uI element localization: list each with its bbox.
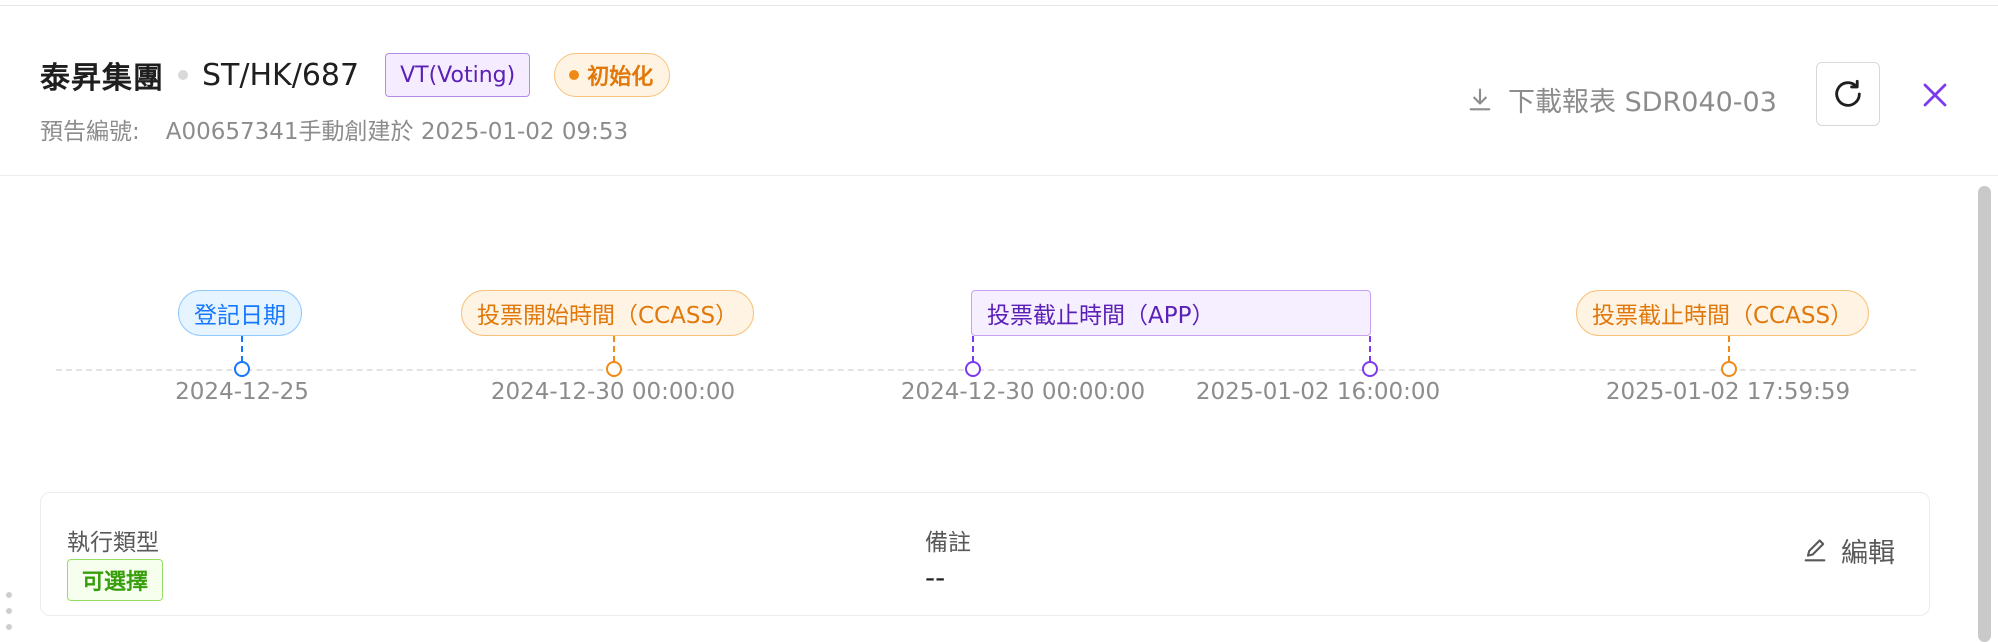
event-type-tag: VT(Voting) [385, 53, 531, 97]
event-node-end [1362, 361, 1378, 377]
event-timeline: 登記日期 2024-12-25 投票開始時間（CCASS） 2024-12-30… [0, 176, 1975, 476]
status-text: 初始化 [587, 65, 654, 90]
separator-dot [178, 70, 188, 80]
event-date-start: 2024-12-30 00:00:00 [900, 379, 1146, 405]
event-stem [613, 336, 615, 362]
event-stem [1728, 336, 1730, 362]
edit-label: 編輯 [1841, 538, 1895, 569]
event-label-registration-date: 登記日期 [178, 290, 302, 336]
close-icon [1923, 83, 1947, 107]
edit-icon [1804, 538, 1826, 561]
event-date: 2024-12-25 [175, 379, 309, 405]
edit-button[interactable]: 編輯 [1801, 531, 1895, 570]
refresh-icon [1835, 79, 1861, 107]
title-row: 泰昇集團 ST/HK/687 VT(Voting) 初始化 [40, 50, 671, 100]
timeline-axis [56, 369, 1916, 371]
exec-type-label: 執行類型 [67, 530, 159, 556]
subtitle: 預告編號: A00657341手動創建於 2025-01-02 09:53 [40, 112, 628, 146]
event-date: 2025-01-02 17:59:59 [1605, 379, 1851, 405]
stock-code: ST/HK/687 [202, 57, 360, 93]
event-node [606, 361, 622, 377]
event-node [234, 361, 250, 377]
download-report-link[interactable]: 下載報表 SDR040-03 [1466, 80, 1777, 119]
event-node [1721, 361, 1737, 377]
event-label-vote-start-ccass: 投票開始時間（CCASS） [461, 290, 755, 336]
status-badge: 初始化 [554, 53, 671, 97]
scrollbar-thumb[interactable] [1978, 186, 1991, 642]
status-dot [569, 70, 580, 80]
refresh-button[interactable] [1816, 62, 1880, 126]
company-name: 泰昇集團 [40, 61, 164, 96]
close-button[interactable] [1914, 74, 1956, 116]
event-label-vote-deadline-ccass: 投票截止時間（CCASS） [1576, 290, 1870, 336]
panel-header: 泰昇集團 ST/HK/687 VT(Voting) 初始化 預告編號: A006… [0, 6, 1998, 176]
event-stem-start [972, 336, 974, 362]
event-label-vote-deadline-app: 投票截止時間（APP） [971, 290, 1371, 336]
event-date: 2024-12-30 00:00:00 [490, 379, 736, 405]
download-label: 下載報表 SDR040-03 [1508, 87, 1777, 118]
event-stem-end [1369, 336, 1371, 362]
notice-number-label: 預告編號: [40, 119, 140, 145]
event-stem [241, 336, 243, 362]
announcement-detail-panel: 泰昇集團 ST/HK/687 VT(Voting) 初始化 預告編號: A006… [0, 0, 1998, 642]
notice-number-value: A00657341手動創建於 2025-01-02 09:53 [165, 119, 629, 145]
exec-type-tag: 可選擇 [67, 559, 164, 601]
download-icon [1469, 87, 1491, 110]
info-card: 執行類型 可選擇 備註 -- 編輯 [40, 492, 1930, 616]
remark-label: 備註 [925, 530, 971, 556]
resize-handle[interactable] [6, 592, 16, 642]
remark-value: -- [925, 561, 946, 594]
event-date-end: 2025-01-02 16:00:00 [1195, 379, 1441, 405]
event-node-start [965, 361, 981, 377]
